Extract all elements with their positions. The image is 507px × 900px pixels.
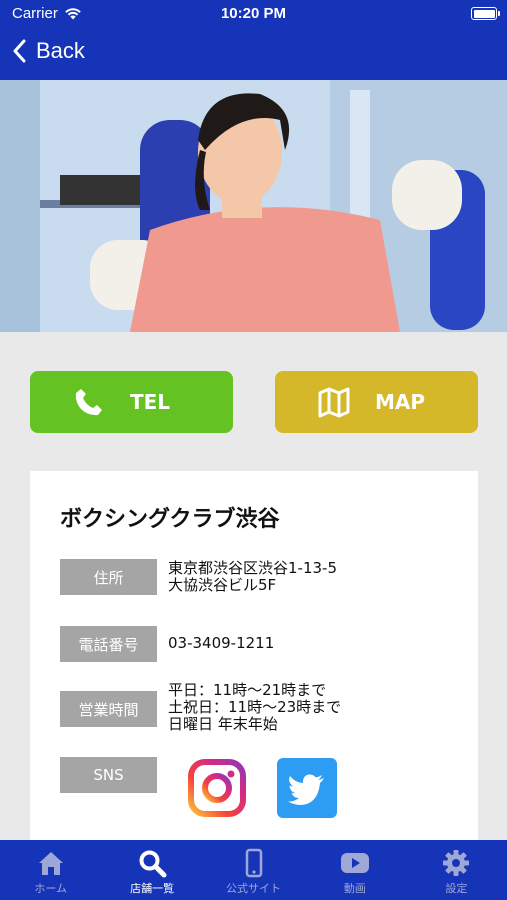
tab-store-list[interactable]: 店舗一覧 <box>101 840 202 900</box>
hours-line-1: 平日：11時～21時まで <box>168 681 327 699</box>
phone-icon <box>75 389 102 416</box>
tab-label: 動画 <box>343 882 366 895</box>
tab-label: 公式サイト <box>226 882 282 895</box>
address-label: 住所 <box>60 559 157 595</box>
video-icon <box>340 853 369 873</box>
tab-settings[interactable]: 設定 <box>406 840 507 900</box>
map-icon <box>318 387 350 418</box>
tab-official-site[interactable]: 公式サイト <box>203 840 304 900</box>
tab-label: 設定 <box>445 882 468 895</box>
hours-label: 営業時間 <box>60 691 157 727</box>
address-line-1: 東京都渋谷区渋谷1-13-5 <box>168 559 337 577</box>
phone-value[interactable]: 03-3409-1211 <box>168 635 274 652</box>
shop-name: ボクシングクラブ渋谷 <box>60 507 280 532</box>
phone-label: 電話番号 <box>60 626 157 662</box>
hours-value: 平日：11時～21時まで 土祝日：11時～23時まで 日曜日 年末年始 <box>168 682 341 733</box>
address-value[interactable]: 東京都渋谷区渋谷1-13-5 大協渋谷ビル5F <box>168 560 337 594</box>
home-icon <box>38 852 63 875</box>
search-icon <box>139 850 167 878</box>
phone-device-icon <box>245 848 262 878</box>
shop-info-card: ボクシングクラブ渋谷 住所 東京都渋谷区渋谷1-13-5 大協渋谷ビル5F 電話… <box>30 471 478 841</box>
back-button[interactable]: Back <box>12 38 85 64</box>
status-bar: Carrier 10:20 PM <box>0 0 507 30</box>
hours-line-3: 日曜日 年末年始 <box>168 715 278 733</box>
address-line-2: 大協渋谷ビル5F <box>168 576 277 594</box>
chevron-left-icon <box>13 39 26 63</box>
hours-line-2: 土祝日：11時～23時まで <box>168 698 342 716</box>
status-time: 10:20 PM <box>220 5 287 22</box>
navigation-bar: Back <box>0 30 507 80</box>
gear-icon <box>443 850 470 876</box>
tab-home[interactable]: ホーム <box>0 840 101 900</box>
tel-label: TEL <box>130 390 171 414</box>
tab-label: 店舗一覧 <box>130 882 175 895</box>
back-label: Back <box>36 38 85 63</box>
map-button[interactable]: MAP <box>275 371 478 433</box>
battery-icon <box>471 7 500 20</box>
instagram-icon[interactable] <box>187 758 247 818</box>
twitter-icon <box>288 774 324 805</box>
hero-image <box>0 80 507 332</box>
tab-video[interactable]: 動画 <box>304 840 405 900</box>
map-label: MAP <box>375 390 426 414</box>
tel-button[interactable]: TEL <box>30 371 233 433</box>
sns-label: SNS <box>60 757 157 793</box>
tab-bar: ホーム 店舗一覧 公式サイト 動画 設定 <box>0 840 507 900</box>
tab-label: ホーム <box>34 882 68 895</box>
twitter-button[interactable] <box>277 758 337 818</box>
